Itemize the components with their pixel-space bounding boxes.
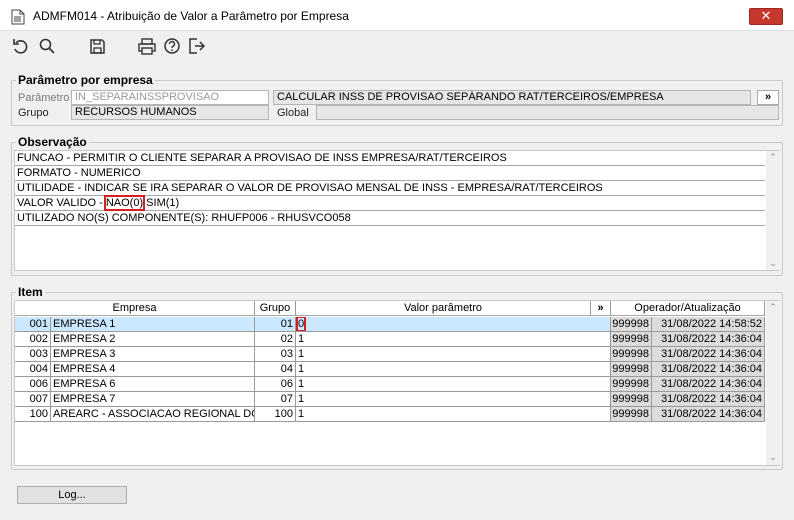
cell-valor[interactable]: 1 (296, 347, 611, 362)
item-group-legend: Item (18, 285, 43, 299)
global-field (316, 105, 779, 120)
cell-data: 31/08/2022 14:36:04 (652, 347, 765, 362)
cell-operador: 999998 (611, 377, 652, 392)
cell-code: 002 (15, 332, 51, 347)
chevron-down-icon[interactable]: ⌄ (766, 453, 780, 462)
table-row[interactable]: 007 EMPRESA 7 07 1 999998 31/08/2022 14:36:04 (15, 392, 765, 407)
grid-header: Empresa Grupo Valor parâmetro » Operador… (15, 301, 765, 316)
parametro-label: Parâmetro (18, 92, 70, 104)
window-title: ADMFM014 - Atribuição de Valor a Parâmet… (33, 9, 349, 23)
observacao-line: FORMATO - NUMERICO (15, 166, 765, 181)
header-grupo[interactable]: Grupo (255, 301, 296, 316)
cell-data: 31/08/2022 14:36:04 (652, 332, 765, 347)
table-row[interactable]: 004 EMPRESA 4 04 1 999998 31/08/2022 14:36:04 (15, 362, 765, 377)
grupo-field: RECURSOS HUMANOS (71, 105, 269, 120)
cell-data: 31/08/2022 14:36:04 (652, 407, 765, 422)
cell-empresa: EMPRESA 1 (51, 317, 255, 332)
search-icon[interactable] (37, 37, 57, 55)
cell-empresa: EMPRESA 2 (51, 332, 255, 347)
cell-grupo: 04 (255, 362, 296, 377)
parametro-field[interactable]: IN_SEPARAINSSPROVISAO (71, 90, 269, 105)
observacao-componentes-line: UTILIZADO NO(S) COMPONENTE(S): RHUFP006 … (15, 211, 765, 226)
header-empresa[interactable]: Empresa (15, 301, 255, 316)
item-scrollbar[interactable]: ⌃ ⌄ (766, 301, 780, 465)
cell-empresa: EMPRESA 7 (51, 392, 255, 407)
header-operador[interactable]: Operador/Atualização (611, 301, 765, 316)
exit-icon[interactable] (187, 37, 207, 55)
cell-operador: 999998 (611, 317, 652, 332)
parametro-group-legend: Parâmetro por empresa (18, 73, 153, 87)
cell-code: 100 (15, 407, 51, 422)
cell-grupo: 03 (255, 347, 296, 362)
save-icon[interactable] (87, 37, 107, 55)
observacao-line: FUNCAO - PERMITIR O CLIENTE SEPARAR A PR… (15, 151, 765, 166)
cell-empresa: EMPRESA 4 (51, 362, 255, 377)
cell-data: 31/08/2022 14:36:04 (652, 362, 765, 377)
grupo-label: Grupo (18, 107, 49, 119)
print-icon[interactable] (137, 37, 157, 55)
cell-code: 004 (15, 362, 51, 377)
cell-operador: 999998 (611, 362, 652, 377)
chevron-up-icon[interactable]: ⌃ (766, 303, 780, 312)
valor-sim: SIM(1) (143, 197, 180, 209)
cell-code: 003 (15, 347, 51, 362)
toolbar (0, 31, 794, 61)
observacao-group-legend: Observação (18, 135, 87, 149)
chevron-down-icon[interactable]: ⌄ (766, 259, 780, 268)
observacao-valor-line: VALOR VALIDO - NAO(0) SIM(1) (15, 195, 765, 211)
valor-prefix: VALOR VALIDO - (17, 197, 106, 209)
observacao-line: UTILIDADE - INDICAR SE IRA SEPARAR O VAL… (15, 181, 765, 196)
cell-grupo: 01 (255, 317, 296, 332)
cell-valor[interactable]: 1 (296, 392, 611, 407)
cell-data: 31/08/2022 14:36:04 (652, 392, 765, 407)
table-row[interactable]: 006 EMPRESA 6 06 1 999998 31/08/2022 14:36:04 (15, 377, 765, 392)
cell-code: 001 (15, 317, 51, 332)
cell-code: 006 (15, 377, 51, 392)
cell-data: 31/08/2022 14:58:52 (652, 317, 765, 332)
header-valor[interactable]: Valor parâmetro (296, 301, 591, 316)
header-more-button[interactable]: » (591, 301, 611, 316)
cell-code: 007 (15, 392, 51, 407)
parametro-description-field: CALCULAR INSS DE PROVISAO SEPÁRANDO RAT/… (273, 90, 751, 105)
undo-icon[interactable] (11, 37, 31, 55)
cell-grupo: 07 (255, 392, 296, 407)
cell-valor[interactable]: 1 (296, 407, 611, 422)
title-bar: ADMFM014 - Atribuição de Valor a Parâmet… (0, 0, 794, 31)
cell-valor[interactable]: 1 (296, 362, 611, 377)
global-label: Global (277, 107, 309, 119)
cell-operador: 999998 (611, 347, 652, 362)
help-icon[interactable] (162, 37, 182, 55)
document-icon (11, 9, 25, 25)
item-grid: Empresa Grupo Valor parâmetro » Operador… (14, 300, 780, 466)
cell-operador: 999998 (611, 332, 652, 347)
cell-operador: 999998 (611, 407, 652, 422)
parametro-more-button[interactable]: » (757, 90, 779, 105)
observacao-scrollbar[interactable]: ⌃ ⌄ (766, 151, 780, 270)
cell-valor[interactable]: 1 (296, 377, 611, 392)
cell-empresa: AREARC - ASSOCIACAO REGIONAL DOS (51, 407, 255, 422)
cell-data: 31/08/2022 14:36:04 (652, 377, 765, 392)
table-row[interactable]: 003 EMPRESA 3 03 1 999998 31/08/2022 14:36:04 (15, 347, 765, 362)
cell-operador: 999998 (611, 392, 652, 407)
table-row[interactable]: 002 EMPRESA 2 02 1 999998 31/08/2022 14:36:04 (15, 332, 765, 347)
valor-highlight[interactable]: 0 (296, 317, 307, 331)
cell-empresa: EMPRESA 6 (51, 377, 255, 392)
cell-valor[interactable]: 1 (296, 332, 611, 347)
cell-grupo: 100 (255, 407, 296, 422)
cell-valor[interactable]: 0 (296, 317, 611, 332)
cell-grupo: 02 (255, 332, 296, 347)
valor-nao-highlight: NAO(0) (103, 195, 146, 211)
table-row[interactable]: 100 AREARC - ASSOCIACAO REGIONAL DOS 100 1 9… (15, 407, 765, 422)
log-button[interactable]: Log... (17, 486, 127, 504)
cell-empresa: EMPRESA 3 (51, 347, 255, 362)
cell-grupo: 06 (255, 377, 296, 392)
table-row[interactable]: 001 EMPRESA 1 01 0 999998 31/08/2022 14:58:52 (15, 317, 765, 332)
observacao-text-area[interactable]: FUNCAO - PERMITIR O CLIENTE SEPARAR A PR… (14, 150, 780, 271)
close-button[interactable]: ✕ (749, 8, 783, 25)
chevron-up-icon[interactable]: ⌃ (766, 153, 780, 162)
